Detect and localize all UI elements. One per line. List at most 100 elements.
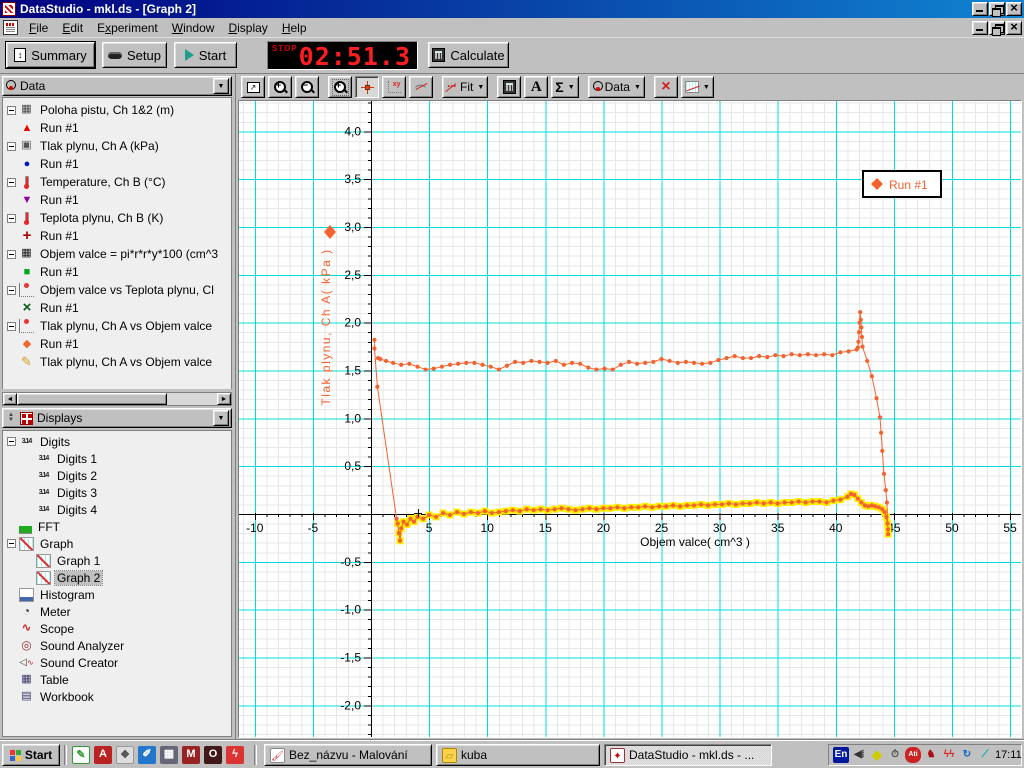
display-item[interactable]: FFT: [3, 518, 231, 535]
run-label[interactable]: Run #1: [38, 193, 81, 207]
data-item[interactable]: Tlak plynu, Ch A vs Objem valce: [3, 317, 231, 335]
menu-help[interactable]: Help: [275, 19, 314, 37]
scale-to-fit-button[interactable]: ↗: [241, 76, 265, 98]
start-menu-button[interactable]: Start: [2, 744, 60, 766]
quicklaunch-icon-2[interactable]: A: [94, 746, 112, 764]
mdi-minimize-button[interactable]: [972, 21, 988, 35]
data-item-label[interactable]: Tlak plynu, Ch A vs Objem valce: [38, 355, 214, 369]
quicklaunch-icon-3[interactable]: ❖: [116, 746, 134, 764]
mdi-restore-button[interactable]: [989, 21, 1005, 35]
run-label[interactable]: Run #1: [38, 121, 81, 135]
display-item[interactable]: Table: [3, 671, 231, 688]
display-item[interactable]: 3.14 Digits: [3, 433, 231, 450]
tangent-tool-button[interactable]: [409, 76, 433, 98]
keyboard-layout-indicator[interactable]: En: [833, 747, 849, 763]
run-item[interactable]: ● Run #1: [3, 155, 231, 173]
display-label[interactable]: Meter: [38, 605, 73, 619]
display-label[interactable]: Sound Creator: [38, 656, 120, 670]
fit-menu-button[interactable]: Fit ▼: [442, 76, 488, 98]
setup-button[interactable]: Setup: [102, 42, 167, 68]
graph-settings-button[interactable]: ▼: [681, 76, 714, 98]
restore-button[interactable]: [989, 2, 1005, 16]
display-label[interactable]: Graph 1: [55, 554, 102, 568]
collapse-icon[interactable]: [7, 437, 16, 446]
quicklaunch-icon-8[interactable]: ϟ: [226, 746, 244, 764]
document-icon[interactable]: [3, 20, 18, 35]
collapse-icon[interactable]: [7, 106, 16, 115]
display-child[interactable]: 3.14 Digits 1: [3, 450, 231, 467]
display-item[interactable]: Graph: [3, 535, 231, 552]
display-label[interactable]: Scope: [38, 622, 76, 636]
data-item[interactable]: Tlak plynu, Ch A vs Objem valce: [3, 353, 231, 371]
run-label[interactable]: Run #1: [38, 157, 81, 171]
menu-experiment[interactable]: Experiment: [90, 19, 165, 37]
tray-icon-3[interactable]: ◆: [869, 747, 885, 763]
collapse-icon[interactable]: [7, 286, 16, 295]
task-folder-kuba[interactable]: ▱ kuba: [436, 744, 600, 766]
splitter-icon[interactable]: ▲▼: [5, 413, 17, 423]
run-item[interactable]: ▼ Run #1: [3, 191, 231, 209]
display-item[interactable]: Sound Analyzer: [3, 637, 231, 654]
start-button[interactable]: Start: [174, 42, 237, 68]
data-item[interactable]: Objem valce vs Teplota plynu, Cl: [3, 281, 231, 299]
data-item-label[interactable]: Tlak plynu, Ch A (kPa): [38, 139, 161, 153]
display-label[interactable]: Digits 1: [55, 452, 99, 466]
quicklaunch-icon-6[interactable]: M: [182, 746, 200, 764]
collapse-icon[interactable]: [7, 250, 16, 259]
run-item[interactable]: ◆ Run #1: [3, 335, 231, 353]
display-label[interactable]: Digits: [38, 435, 72, 449]
scrollbar-thumb[interactable]: [17, 393, 167, 405]
run-label[interactable]: Run #1: [38, 265, 81, 279]
collapse-icon[interactable]: [7, 539, 16, 548]
run-label[interactable]: Run #1: [38, 229, 81, 243]
quicklaunch-icon-7[interactable]: O: [204, 746, 222, 764]
tray-icon-6[interactable]: ♞: [923, 747, 939, 763]
data-item[interactable]: Temperature, Ch B (°C): [3, 173, 231, 191]
menu-window[interactable]: Window: [165, 19, 222, 37]
data-item-label[interactable]: Objem valce vs Teplota plynu, Cl: [38, 283, 216, 297]
tray-sync-icon[interactable]: ↻: [959, 747, 975, 763]
display-label[interactable]: Sound Analyzer: [38, 639, 126, 653]
display-item[interactable]: Workbook: [3, 688, 231, 705]
data-item-label[interactable]: Temperature, Ch B (°C): [38, 175, 168, 189]
display-label[interactable]: FFT: [36, 520, 62, 534]
calculate-button[interactable]: Calculate: [428, 42, 509, 68]
task-paint[interactable]: 🖌 Bez_názvu - Malování: [264, 744, 432, 766]
run-label[interactable]: Run #1: [38, 301, 81, 315]
summary-button[interactable]: ↕ Summary: [6, 42, 95, 68]
quicklaunch-icon-5[interactable]: ▦: [160, 746, 178, 764]
displays-panel-header[interactable]: ▲▼ Displays ▼: [2, 408, 232, 428]
plot-area[interactable]: -10-55101520253035404550554,03,53,02,52,…: [238, 100, 1022, 738]
data-item-label[interactable]: Teplota plynu, Ch B (K): [38, 211, 165, 225]
display-label[interactable]: Table: [38, 673, 71, 687]
calculate-tool-button[interactable]: [497, 76, 521, 98]
zoom-out-button[interactable]: −: [295, 76, 319, 98]
data-item-label[interactable]: Objem valce = pi*r*r*y*100 (cm^3: [38, 247, 220, 261]
display-child-selected[interactable]: Graph 2: [3, 569, 231, 586]
scroll-right-icon[interactable]: ►: [217, 393, 231, 405]
collapse-icon[interactable]: [7, 142, 16, 151]
display-label[interactable]: Digits 3: [55, 486, 99, 500]
mdi-close-button[interactable]: [1006, 21, 1022, 35]
slope-xy-tool-button[interactable]: [382, 76, 406, 98]
volume-icon[interactable]: ◀⦙: [851, 747, 867, 763]
data-item[interactable]: Poloha pistu, Ch 1&2 (m): [3, 101, 231, 119]
chart-svg[interactable]: -10-55101520253035404550554,03,53,02,52,…: [239, 101, 1022, 738]
quicklaunch-icon-4[interactable]: ✐: [138, 746, 156, 764]
data-panel-header[interactable]: Data ▼: [2, 76, 232, 96]
data-item[interactable]: Tlak plynu, Ch A (kPa): [3, 137, 231, 155]
display-child[interactable]: Graph 1: [3, 552, 231, 569]
menu-file[interactable]: File: [22, 19, 55, 37]
collapse-icon[interactable]: [7, 322, 16, 331]
display-child[interactable]: 3.14 Digits 3: [3, 484, 231, 501]
quicklaunch-icon-1[interactable]: ✎: [72, 746, 90, 764]
menu-edit[interactable]: Edit: [55, 19, 90, 37]
data-item-label[interactable]: Poloha pistu, Ch 1&2 (m): [38, 103, 176, 117]
close-button[interactable]: [1006, 2, 1022, 16]
display-item[interactable]: Sound Creator: [3, 654, 231, 671]
run-item[interactable]: + Run #1: [3, 227, 231, 245]
run-item[interactable]: ■ Run #1: [3, 263, 231, 281]
collapse-icon[interactable]: [7, 178, 16, 187]
display-label[interactable]: Graph 2: [55, 571, 102, 585]
scroll-left-icon[interactable]: ◄: [3, 393, 17, 405]
